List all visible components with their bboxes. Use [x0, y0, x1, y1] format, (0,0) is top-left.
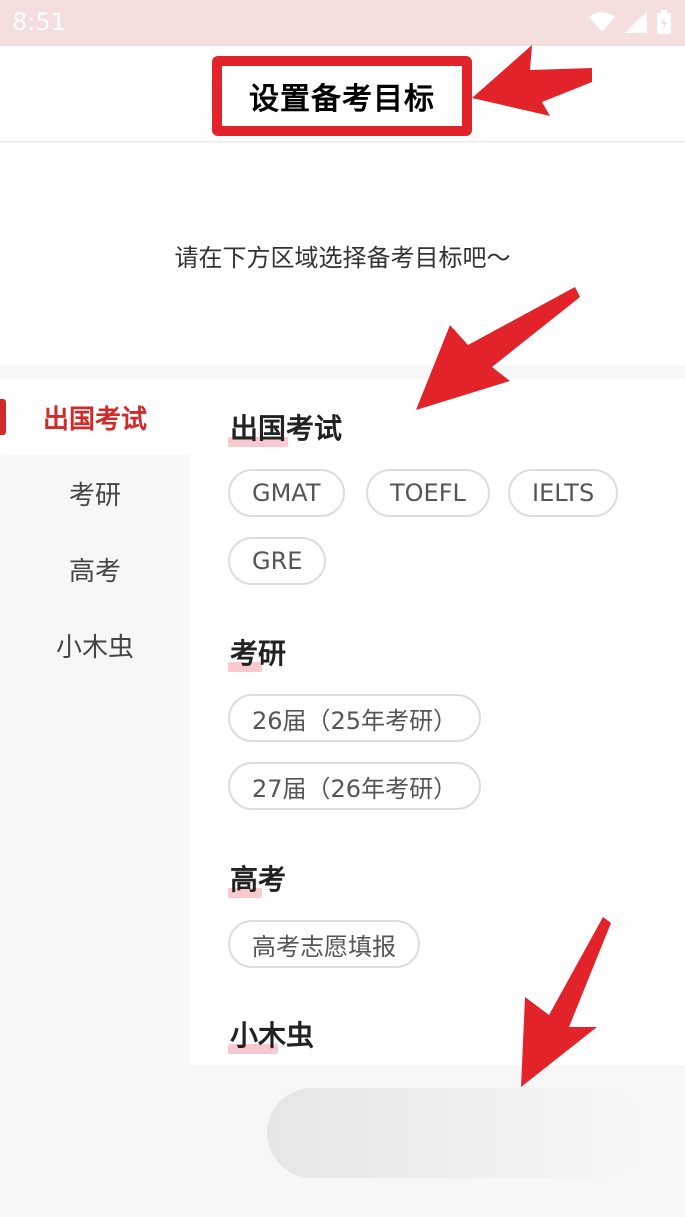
sidebar-item-postgrad[interactable]: 考研: [0, 455, 190, 531]
section-title-text: 考研: [230, 637, 287, 670]
section-title-text: 出国考试: [230, 412, 343, 445]
status-time: 8:51: [12, 8, 66, 36]
header: 设置备考目标: [0, 46, 685, 142]
option-chip-toefl[interactable]: TOEFL: [366, 469, 490, 517]
sidebar-item-label: 考研: [68, 480, 121, 511]
status-bar: 8:51: [0, 0, 685, 46]
confirm-button-placeholder[interactable]: [267, 1088, 647, 1178]
sidebar-item-label: 出国考试: [42, 404, 147, 435]
option-chip-gmat[interactable]: GMAT: [228, 469, 345, 517]
status-icons: [589, 10, 671, 34]
section-title-text: 小木虫: [230, 1019, 315, 1052]
signal-icon: [625, 11, 647, 33]
section-title-postgrad: 考研: [228, 632, 287, 672]
sidebar-item-overseas-exam[interactable]: 出国考试: [0, 379, 190, 455]
category-sidebar: 出国考试 考研 高考 小木虫: [0, 379, 190, 1217]
hint-area: 请在下方区域选择备考目标吧～: [0, 143, 685, 365]
option-chip-ielts[interactable]: IELTS: [508, 469, 619, 517]
sidebar-item-xiaomuchong[interactable]: 小木虫: [0, 607, 190, 683]
title-highlight-box: 设置备考目标: [212, 56, 472, 136]
battery-icon: [657, 10, 671, 34]
section-title-xiaomuchong: 小木虫: [228, 1014, 315, 1054]
option-chip-gre[interactable]: GRE: [228, 537, 327, 585]
option-chip-26-session[interactable]: 26届（25年考研）: [228, 694, 482, 742]
hint-text: 请在下方区域选择备考目标吧～: [174, 244, 511, 272]
options-panel: 出国考试 GMAT TOEFL IELTS GRE 考研 26届（25年考研） …: [190, 379, 685, 1065]
sidebar-item-label: 高考: [68, 556, 121, 587]
section-title-gaokao: 高考: [228, 858, 287, 898]
option-chip-27-session[interactable]: 27届（26年考研）: [228, 762, 482, 810]
active-indicator: [0, 399, 6, 435]
option-chip-gaokao-application[interactable]: 高考志愿填报: [228, 920, 420, 968]
page-title: 设置备考目标: [249, 82, 435, 117]
section-title-overseas: 出国考试: [228, 407, 343, 447]
sidebar-item-gaokao[interactable]: 高考: [0, 531, 190, 607]
section-title-text: 高考: [230, 863, 287, 896]
sidebar-item-label: 小木虫: [55, 632, 134, 663]
wifi-icon: [589, 12, 615, 32]
